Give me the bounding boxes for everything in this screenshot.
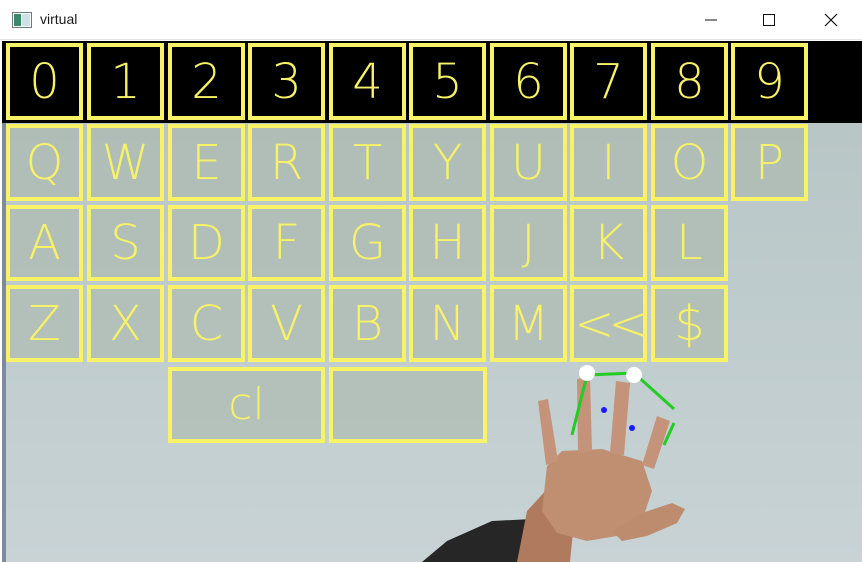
minimize-icon (705, 19, 717, 21)
key-p[interactable]: P (731, 124, 808, 201)
minimize-button[interactable] (688, 0, 734, 40)
key-x[interactable]: X (87, 285, 164, 362)
key-5[interactable]: 5 (409, 43, 486, 120)
key-k[interactable]: K (570, 205, 647, 281)
key-e[interactable]: E (168, 124, 245, 201)
title-bar: virtual (0, 0, 862, 40)
key-n[interactable]: N (409, 285, 486, 362)
key-7[interactable]: 7 (570, 43, 647, 120)
key-d[interactable]: D (168, 205, 245, 281)
maximize-icon (763, 14, 775, 26)
key-l[interactable]: L (651, 205, 728, 281)
key-4[interactable]: 4 (329, 43, 406, 120)
key-1[interactable]: 1 (87, 43, 164, 120)
key-s[interactable]: S (87, 205, 164, 281)
key-0[interactable]: 0 (6, 43, 83, 120)
key-3[interactable]: 3 (248, 43, 325, 120)
key-t[interactable]: T (329, 124, 406, 201)
key-clear[interactable]: cl (168, 367, 325, 443)
key-w[interactable]: W (87, 124, 164, 201)
key-i[interactable]: I (570, 124, 647, 201)
key-8[interactable]: 8 (651, 43, 728, 120)
key-r[interactable]: R (248, 124, 325, 201)
key-g[interactable]: G (329, 205, 406, 281)
key-space[interactable] (329, 367, 487, 443)
key-b[interactable]: B (329, 285, 406, 362)
window-title: virtual (40, 11, 78, 27)
key-dollar[interactable]: $ (651, 285, 728, 362)
key-y[interactable]: Y (409, 124, 486, 201)
key-u[interactable]: U (490, 124, 567, 201)
key-f[interactable]: F (248, 205, 325, 281)
key-z[interactable]: Z (6, 285, 83, 362)
key-q[interactable]: Q (6, 124, 83, 201)
camera-viewport: 0 1 2 3 4 5 6 7 8 9 Q W E R T Y U I O P … (2, 41, 862, 562)
key-o[interactable]: O (651, 124, 728, 201)
key-6[interactable]: 6 (490, 43, 567, 120)
key-h[interactable]: H (409, 205, 486, 281)
app-window-icon (12, 12, 32, 28)
maximize-button[interactable] (746, 0, 792, 40)
key-m[interactable]: M (490, 285, 567, 362)
close-icon (824, 13, 838, 27)
key-backspace[interactable]: << (570, 285, 649, 362)
key-c[interactable]: C (168, 285, 245, 362)
close-button[interactable] (808, 0, 854, 40)
key-a[interactable]: A (6, 205, 83, 281)
key-v[interactable]: V (248, 285, 325, 362)
key-9[interactable]: 9 (731, 43, 808, 120)
key-j[interactable]: J (490, 205, 567, 281)
key-2[interactable]: 2 (168, 43, 245, 120)
